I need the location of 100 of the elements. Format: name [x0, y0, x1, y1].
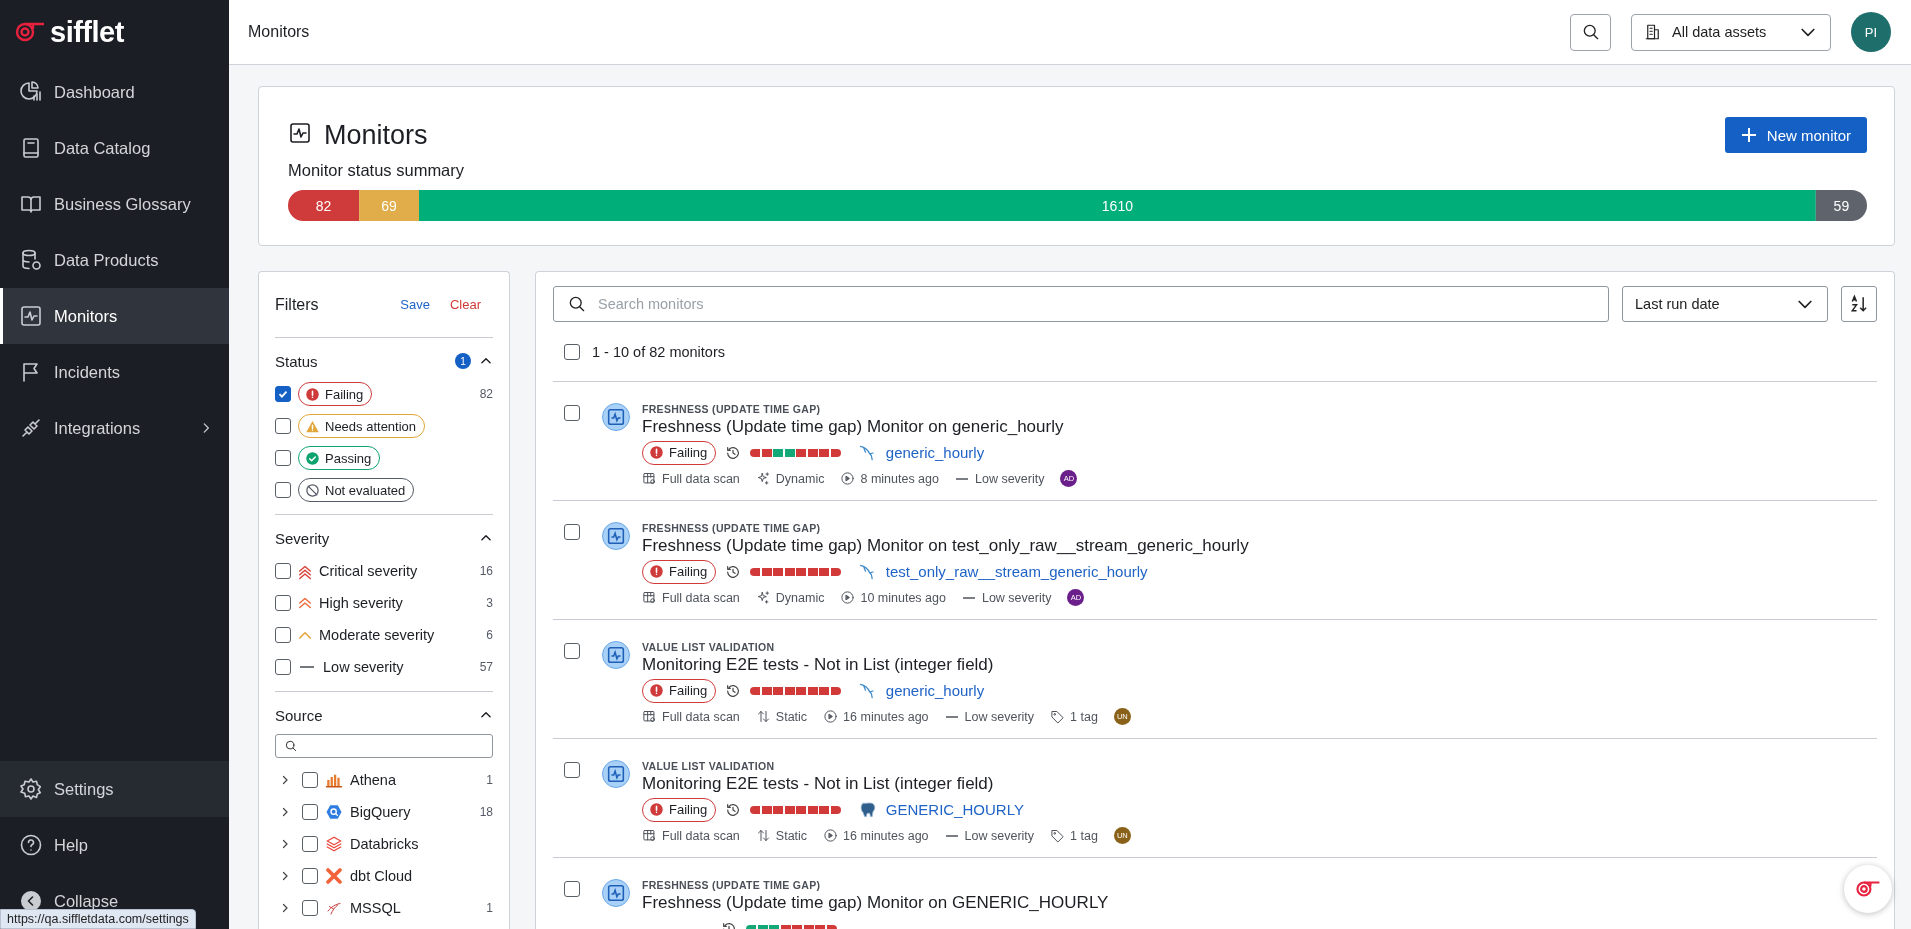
checkbox[interactable] [275, 482, 291, 498]
monitor-title[interactable]: Freshness (Update time gap) Monitor on test_only_raw__stream_generic_hourly [642, 535, 1249, 557]
select-all-checkbox[interactable] [564, 343, 580, 360]
meta-label: Dynamic [775, 590, 825, 605]
help-icon [19, 833, 43, 857]
segment-count: 69 [381, 197, 397, 214]
checkbox[interactable] [302, 868, 318, 884]
filter-label: BigQuery [350, 804, 411, 820]
checkbox[interactable] [302, 900, 318, 916]
dataset-link[interactable]: generic_hourly [857, 442, 985, 463]
dataset-link[interactable]: GENERIC_HOURLY [857, 799, 1024, 820]
checkbox[interactable] [275, 386, 291, 402]
checkbox[interactable] [302, 804, 318, 820]
logo-icon [1855, 879, 1881, 899]
checkbox[interactable] [275, 659, 291, 675]
checkbox[interactable] [275, 627, 291, 643]
nav-item[interactable]: Monitors [0, 288, 229, 344]
nav-item[interactable]: Data Products [0, 232, 229, 288]
play-circle-icon [823, 709, 839, 724]
heading: Monitors [324, 119, 428, 151]
meta-label: Full data scan [662, 828, 740, 843]
play-circle-icon [840, 471, 856, 486]
monitor-title[interactable]: Freshness (Update time gap) Monitor on generic_hourly [642, 416, 1078, 438]
error-icon [649, 802, 664, 817]
nav-item[interactable]: Help [0, 817, 229, 873]
plus-icon [1740, 127, 1757, 143]
meta-label: Low severity [981, 590, 1052, 605]
meta-label: Low severity [964, 709, 1035, 724]
count-label: 1 [486, 901, 493, 915]
nav-item[interactable]: Integrations [0, 400, 229, 456]
checkbox[interactable] [275, 418, 291, 434]
up-down-arrows-icon [755, 709, 771, 724]
search-button[interactable] [1570, 13, 1611, 51]
logo-icon [14, 20, 46, 44]
monitor-title[interactable]: Monitoring E2E tests - Not in List (integer field) [642, 654, 1131, 676]
play-circle-icon [823, 828, 839, 843]
filter-label: Moderate severity [319, 627, 435, 643]
count-label: 1 [486, 773, 493, 787]
checkbox[interactable] [564, 524, 580, 540]
count-label: 16 [479, 564, 493, 578]
checkbox[interactable] [275, 450, 291, 466]
hexagon-icon [325, 803, 343, 821]
checkmark-icon [277, 388, 289, 400]
checkbox[interactable] [564, 762, 580, 778]
monitor-title[interactable]: Freshness (Update time gap) Monitor on GENERIC_HOURLY [642, 892, 1109, 914]
source-search-field[interactable] [275, 734, 493, 758]
sort-order-button[interactable] [1841, 286, 1877, 322]
filter-label: dbt Cloud [350, 868, 413, 884]
dash-icon [300, 666, 314, 668]
sort-dropdown[interactable]: Last run date [1622, 286, 1828, 322]
filter-label: High severity [319, 595, 403, 611]
meta-label: Static [775, 709, 808, 724]
cross-icon [325, 867, 343, 885]
dash-icon [962, 596, 975, 599]
meta-label: 1 tag [1070, 828, 1098, 843]
tag-icon [1050, 709, 1066, 724]
checkbox[interactable] [564, 405, 580, 421]
meta-label: 16 minutes ago [843, 709, 929, 724]
clear-link[interactable]: Clear [449, 297, 481, 312]
meta-label: 10 minutes ago [860, 590, 946, 605]
meta-label: Low severity [975, 471, 1045, 486]
dataset-link[interactable]: test_only_raw__stream_generic_hourly [857, 561, 1148, 582]
search-field[interactable]: Search monitors [553, 286, 1609, 322]
monitor-title[interactable]: Monitoring E2E tests - Not in List (integer field) [642, 773, 1131, 795]
user-avatar[interactable]: PI [1851, 12, 1891, 52]
save-link[interactable]: Save [400, 297, 430, 312]
pulse-icon [19, 304, 43, 328]
filter-label: Low severity [323, 659, 404, 675]
checkbox[interactable] [275, 563, 291, 579]
nav-item[interactable]: Incidents [0, 344, 229, 400]
count-label: 18 [479, 805, 493, 819]
nav-item[interactable]: Data Catalog [0, 120, 229, 176]
checkbox[interactable] [275, 595, 291, 611]
checkbox[interactable] [564, 643, 580, 659]
nav-item[interactable]: Settings [0, 761, 229, 817]
meta-label: Static [775, 828, 808, 843]
filter-label: Critical severity [319, 563, 418, 579]
segment-count: 1610 [1101, 197, 1133, 214]
dataset-link[interactable]: generic_hourly [857, 680, 985, 701]
checkbox[interactable] [302, 836, 318, 852]
search-icon [284, 739, 298, 753]
sparkle-icon [755, 590, 771, 605]
meta-label: Full data scan [662, 590, 740, 605]
meta-label: Low severity [964, 828, 1035, 843]
checkbox[interactable] [564, 881, 580, 897]
meta-label: 16 minutes ago [843, 828, 929, 843]
building-icon [1644, 23, 1662, 41]
error-icon [649, 683, 664, 698]
checkbox[interactable] [302, 772, 318, 788]
database-icon [19, 248, 43, 272]
section-title: Source [275, 706, 324, 724]
asset-filter-dropdown[interactable]: All data assets [1631, 13, 1831, 51]
sparkle-icon [755, 471, 771, 486]
status-bar-segment[interactable] [288, 190, 360, 221]
nav-item[interactable]: Dashboard [0, 64, 229, 120]
nav-item[interactable]: Business Glossary [0, 176, 229, 232]
monitor-icon [602, 522, 630, 550]
status-bar-segment[interactable] [1815, 190, 1867, 221]
new-monitor-button[interactable]: New monitor [1724, 117, 1867, 153]
meta-label: Full data scan [662, 709, 740, 724]
